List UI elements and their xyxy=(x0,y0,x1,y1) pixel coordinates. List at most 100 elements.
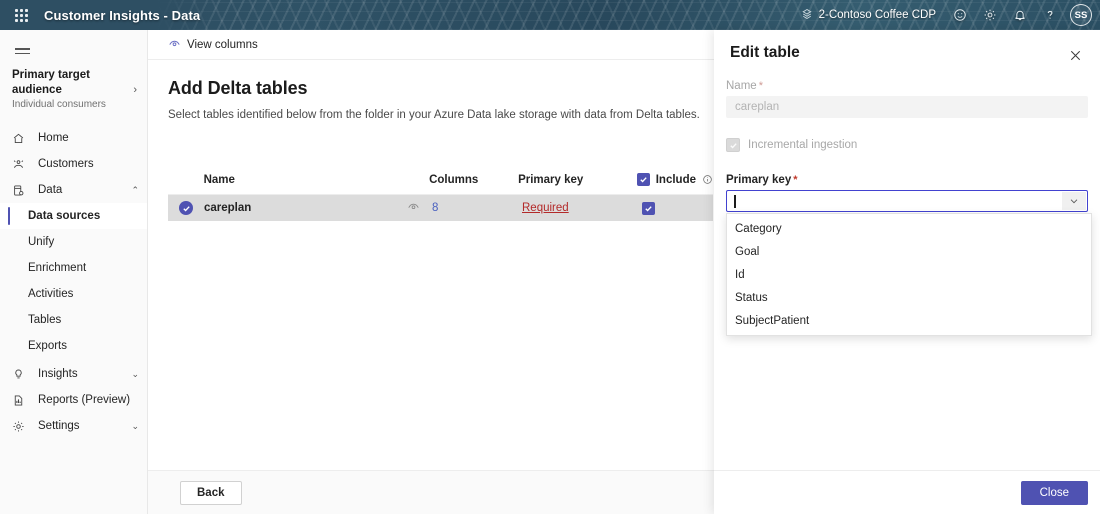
feedback-smiley-icon[interactable] xyxy=(946,2,974,28)
primary-key-dropdown: Category Goal Id Status SubjectPatient xyxy=(726,213,1092,336)
settings-gear-icon[interactable] xyxy=(976,2,1004,28)
row-include-cell xyxy=(642,201,713,215)
chevron-right-icon[interactable]: › xyxy=(129,84,137,96)
primary-key-input[interactable] xyxy=(726,190,1088,212)
name-field-label-text: Name xyxy=(726,80,757,92)
chevron-down-icon[interactable]: ⌄ xyxy=(131,421,139,432)
panel-body: Name * careplan Incremental ingestion Pr… xyxy=(714,66,1100,336)
column-header-include: Include xyxy=(636,173,713,186)
eye-icon xyxy=(407,200,420,216)
name-input: careplan xyxy=(726,96,1088,118)
app-title: Customer Insights - Data xyxy=(44,7,201,23)
sidebar-item-insights[interactable]: Insights ⌄ xyxy=(0,361,147,387)
sidebar-item-label: Reports (Preview) xyxy=(38,394,131,406)
row-include-checkbox[interactable] xyxy=(642,201,655,215)
close-icon[interactable] xyxy=(1064,44,1086,66)
insights-bulb-icon xyxy=(12,366,30,382)
incremental-ingestion-row: Incremental ingestion xyxy=(726,138,1088,152)
column-header-columns: Columns xyxy=(429,173,479,186)
audience-title: Primary target audience xyxy=(12,69,90,96)
environment-icon xyxy=(801,8,813,23)
environment-selector[interactable]: 2-Contoso Coffee CDP xyxy=(793,2,944,28)
panel-header: Edit table xyxy=(714,30,1100,66)
audience-text: Primary target audience Individual consu… xyxy=(12,68,129,111)
sidebar-item-customers[interactable]: Customers xyxy=(0,151,147,177)
close-button[interactable]: Close xyxy=(1020,480,1088,505)
panel-footer: Close xyxy=(714,470,1100,514)
user-avatar[interactable]: SS xyxy=(1070,4,1092,26)
column-header-include-label: Include xyxy=(655,173,696,186)
sidebar-item-label: Settings xyxy=(38,420,80,432)
dropdown-option[interactable]: SubjectPatient xyxy=(727,309,1091,332)
sidebar-item-enrichment[interactable]: Enrichment xyxy=(0,255,147,281)
primary-key-combobox-wrap: Category Goal Id Status SubjectPatient xyxy=(726,190,1092,336)
app-header-right: 2-Contoso Coffee CDP SS xyxy=(793,0,1100,30)
panel-title: Edit table xyxy=(730,44,800,61)
sidebar-item-home[interactable]: Home xyxy=(0,125,147,151)
chevron-down-icon[interactable]: ⌄ xyxy=(131,369,139,380)
name-field-label: Name * xyxy=(726,80,1088,92)
column-header-primary-key: Primary key xyxy=(518,173,584,186)
column-header-name: Name xyxy=(203,173,235,186)
sidebar-item-settings[interactable]: Settings ⌄ xyxy=(0,413,147,439)
row-columns-count: 8 xyxy=(432,202,522,214)
row-columns-link[interactable]: 8 xyxy=(432,202,438,214)
sidebar-item-reports[interactable]: Reports (Preview) xyxy=(0,387,147,413)
sidebar-item-label: Home xyxy=(38,132,69,144)
sidebar-item-label: Exports xyxy=(28,340,67,352)
sidebar-item-label: Enrichment xyxy=(28,262,87,274)
table-header-row: Name Columns Primary key Include xyxy=(168,165,713,195)
row-name: careplan xyxy=(204,202,252,214)
audience-subtitle: Individual consumers xyxy=(12,99,106,110)
sidebar-item-tables[interactable]: Tables xyxy=(0,307,147,333)
sidebar-item-label: Data sources xyxy=(28,210,101,222)
sidebar-item-label: Activities xyxy=(28,288,74,300)
dropdown-option[interactable]: Goal xyxy=(727,240,1091,263)
sidebar: Primary target audience Individual consu… xyxy=(0,30,148,514)
customers-icon xyxy=(12,156,30,172)
sidebar-item-data-sources[interactable]: Data sources xyxy=(0,203,147,229)
dropdown-option[interactable]: Id xyxy=(727,263,1091,286)
delta-tables-table: Name Columns Primary key Include carepla… xyxy=(168,165,713,221)
primary-key-field-label: Primary key * xyxy=(726,174,1088,186)
environment-name: 2-Contoso Coffee CDP xyxy=(818,9,936,21)
chevron-down-icon[interactable] xyxy=(1062,192,1086,210)
app-launcher-icon[interactable] xyxy=(8,2,34,28)
sidebar-item-exports[interactable]: Exports xyxy=(0,333,147,359)
sidebar-item-data[interactable]: Data ⌃ xyxy=(0,177,147,203)
row-selected-radio[interactable] xyxy=(179,201,193,215)
sidebar-item-unify[interactable]: Unify xyxy=(0,229,147,255)
view-columns-button[interactable]: View columns xyxy=(162,33,264,57)
table-row[interactable]: careplan 8 Required xyxy=(168,195,713,221)
row-primary-key-required-link[interactable]: Required xyxy=(522,202,569,214)
name-required-marker: * xyxy=(758,80,763,92)
chevron-up-icon[interactable]: ⌃ xyxy=(131,185,139,196)
sidebar-item-label: Customers xyxy=(38,158,94,170)
back-button[interactable]: Back xyxy=(180,480,242,505)
row-select-cell xyxy=(168,201,204,215)
incremental-ingestion-label: Incremental ingestion xyxy=(748,139,858,151)
sidebar-item-activities[interactable]: Activities xyxy=(0,281,147,307)
row-primary-key-cell: Required xyxy=(522,202,642,214)
info-icon[interactable] xyxy=(702,174,713,185)
text-caret xyxy=(734,194,736,208)
row-preview-button[interactable] xyxy=(394,200,432,216)
notifications-bell-icon[interactable] xyxy=(1006,2,1034,28)
incremental-ingestion-checkbox xyxy=(726,138,740,152)
view-columns-label: View columns xyxy=(187,38,258,51)
help-question-icon[interactable] xyxy=(1036,2,1064,28)
sidebar-item-label: Data xyxy=(38,184,63,196)
app-header: Customer Insights - Data 2-Contoso Coffe… xyxy=(0,0,1100,30)
include-all-checkbox[interactable] xyxy=(636,173,650,186)
primary-key-required-marker: * xyxy=(793,174,798,186)
edit-table-panel: Edit table Name * careplan Incremental i… xyxy=(714,30,1100,514)
sidebar-item-label: Tables xyxy=(28,314,62,326)
settings-gear-icon xyxy=(12,418,30,434)
home-icon xyxy=(12,130,30,146)
dropdown-option[interactable]: Category xyxy=(727,217,1091,240)
hamburger-menu-icon[interactable] xyxy=(4,36,40,66)
audience-selector[interactable]: Primary target audience Individual consu… xyxy=(0,66,147,119)
sidebar-item-label: Insights xyxy=(38,368,78,380)
sidebar-item-label: Unify xyxy=(28,236,55,248)
dropdown-option[interactable]: Status xyxy=(727,286,1091,309)
